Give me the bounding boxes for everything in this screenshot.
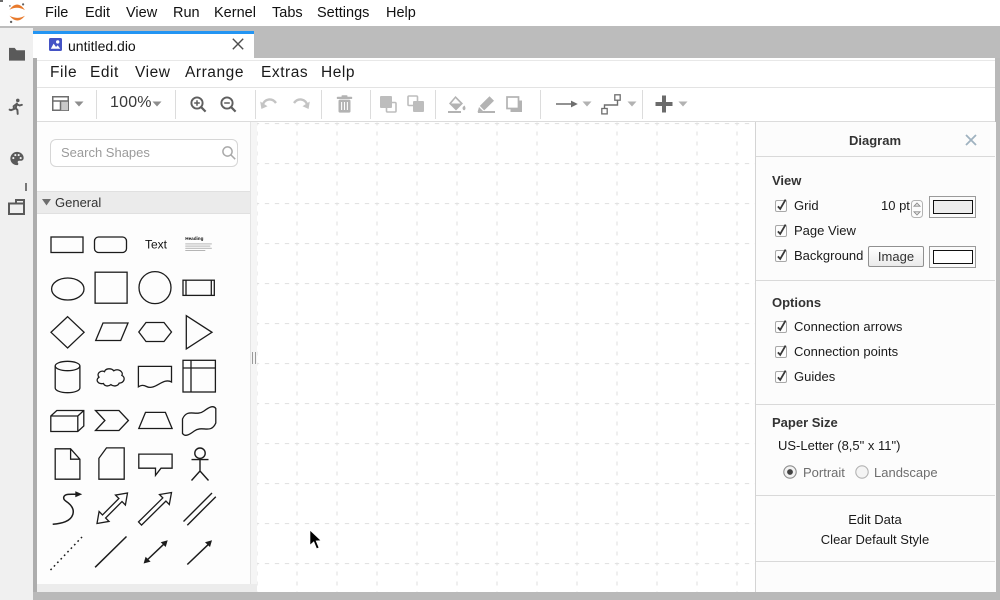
svg-text:Heading: Heading — [185, 236, 203, 241]
svg-text:Text: Text — [145, 238, 168, 252]
